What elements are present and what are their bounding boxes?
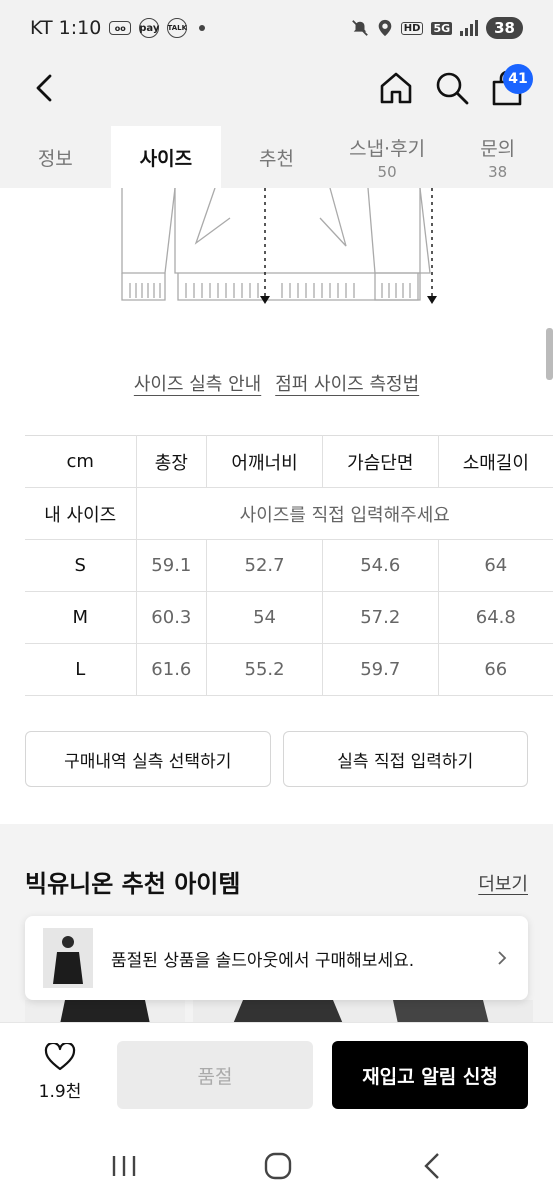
soldout-banner-text: 품절된 상품을 솔드아웃에서 구매해보세요. (111, 950, 415, 971)
battery-indicator: 38 (486, 17, 523, 39)
my-size-row[interactable]: 내 사이즈 사이즈를 직접 입력해주세요 (25, 487, 553, 540)
my-size-label: 내 사이즈 (25, 487, 137, 540)
recommend-title: 빅유니온 추천 아이템 (25, 870, 241, 898)
table-cell: 57.2 (321, 591, 439, 644)
table-header-cell: 총장 (135, 435, 208, 488)
measure-method-link[interactable]: 점퍼 사이즈 측정법 (275, 370, 419, 396)
tab-label: 정보 (37, 147, 73, 170)
tab-count: 38 (488, 162, 508, 181)
recommend-product-image[interactable] (193, 1000, 533, 1024)
select-from-history-button[interactable]: 구매내역 실측 선택하기 (25, 731, 271, 787)
back-arrow-icon[interactable] (28, 70, 64, 106)
tab-recommend[interactable]: 추천 (221, 126, 332, 188)
table-header-cell: 어깨너비 (206, 435, 323, 488)
table-cell: 54 (206, 591, 323, 644)
like-button[interactable]: 1.9천 (30, 1043, 90, 1102)
size-label: L (25, 643, 137, 696)
table-cell: 59.7 (321, 643, 439, 696)
status-bar: KT 1:10 oo pay TALK HD 5G 38 (0, 0, 553, 56)
top-header: 41 (0, 56, 553, 126)
back-button-icon[interactable] (414, 1148, 454, 1184)
tab-snap-review[interactable]: 스냅·후기 50 (332, 126, 443, 188)
recommend-product-list (25, 1000, 553, 1024)
direct-input-button[interactable]: 실측 직접 입력하기 (282, 731, 528, 787)
system-nav-bar (0, 1132, 553, 1200)
my-size-input-prompt[interactable]: 사이즈를 직접 입력해주세요 (135, 487, 553, 540)
table-cell: 52.7 (206, 539, 323, 592)
jacket-size-diagram (121, 188, 437, 304)
tab-label: 스냅·후기 (349, 137, 426, 160)
tab-label: 추천 (259, 147, 294, 170)
table-row: S 59.1 52.7 54.6 64 (25, 539, 553, 592)
size-table: cm 총장 어깨너비 가슴단면 소매길이 내 사이즈 사이즈를 직접 입력해주세… (25, 435, 553, 696)
hd-icon: HD (400, 21, 424, 35)
restock-alert-button[interactable]: 재입고 알림 신청 (332, 1041, 528, 1109)
voicemail-icon: oo (109, 21, 132, 35)
table-cell: 60.3 (135, 591, 208, 644)
chevron-right-icon (498, 951, 507, 965)
home-button-icon[interactable] (258, 1148, 298, 1184)
product-thumbnail (43, 928, 93, 988)
table-cell: 55.2 (206, 643, 323, 696)
like-count: 1.9천 (38, 1082, 82, 1102)
table-cell: 64.8 (437, 591, 553, 644)
soldout-button: 품절 (117, 1041, 313, 1109)
location-icon (378, 19, 392, 37)
table-cell: 64 (437, 539, 553, 592)
size-label: S (25, 539, 137, 592)
soldout-banner[interactable]: 품절된 상품을 솔드아웃에서 구매해보세요. (25, 916, 528, 1000)
more-link[interactable]: 더보기 (478, 870, 528, 896)
size-guide-link[interactable]: 사이즈 실측 안내 (134, 370, 261, 396)
home-icon[interactable] (376, 68, 416, 108)
recommend-section: 빅유니온 추천 아이템 더보기 품절된 상품을 솔드아웃에서 구매해보세요. (0, 824, 553, 1024)
tab-size[interactable]: 사이즈 (110, 126, 222, 188)
tab-label: 사이즈 (139, 147, 193, 170)
cart-count-badge: 41 (503, 64, 533, 94)
table-header-cell: cm (25, 435, 137, 488)
recommend-product-image[interactable] (25, 1000, 185, 1024)
size-label: M (25, 591, 137, 644)
table-row: L 61.6 55.2 59.7 66 (25, 643, 553, 696)
recent-apps-icon[interactable] (104, 1148, 144, 1184)
heart-icon (44, 1043, 76, 1071)
search-icon[interactable] (432, 68, 472, 108)
carrier-time: KT 1:10 (30, 17, 102, 39)
pay-icon: pay (139, 18, 159, 38)
tab-count: 50 (377, 162, 397, 181)
table-row: M 60.3 54 57.2 64.8 (25, 591, 553, 644)
table-cell: 61.6 (135, 643, 208, 696)
network-type: 5G (431, 21, 453, 35)
tab-info[interactable]: 정보 (0, 126, 111, 188)
size-guide-links: 사이즈 실측 안내 점퍼 사이즈 측정법 (0, 370, 553, 396)
table-header-cell: 소매길이 (437, 435, 553, 488)
talk-icon: TALK (167, 18, 188, 38)
table-cell: 66 (437, 643, 553, 696)
table-cell: 54.6 (321, 539, 439, 592)
product-tabs: 정보 사이즈 추천 스냅·후기 50 문의 38 (0, 126, 553, 188)
tab-inquiry[interactable]: 문의 38 (442, 126, 553, 188)
mute-icon (351, 20, 368, 36)
tab-label: 문의 (480, 137, 516, 160)
table-header-cell: 가슴단면 (321, 435, 439, 488)
bottom-action-bar: 1.9천 품절 재입고 알림 신청 (0, 1022, 553, 1132)
table-header-row: cm 총장 어깨너비 가슴단면 소매길이 (25, 435, 553, 488)
signal-icon (460, 20, 479, 36)
notification-dot-icon (199, 25, 206, 31)
table-cell: 59.1 (135, 539, 208, 592)
measure-buttons: 구매내역 실측 선택하기 실측 직접 입력하기 (25, 731, 528, 787)
